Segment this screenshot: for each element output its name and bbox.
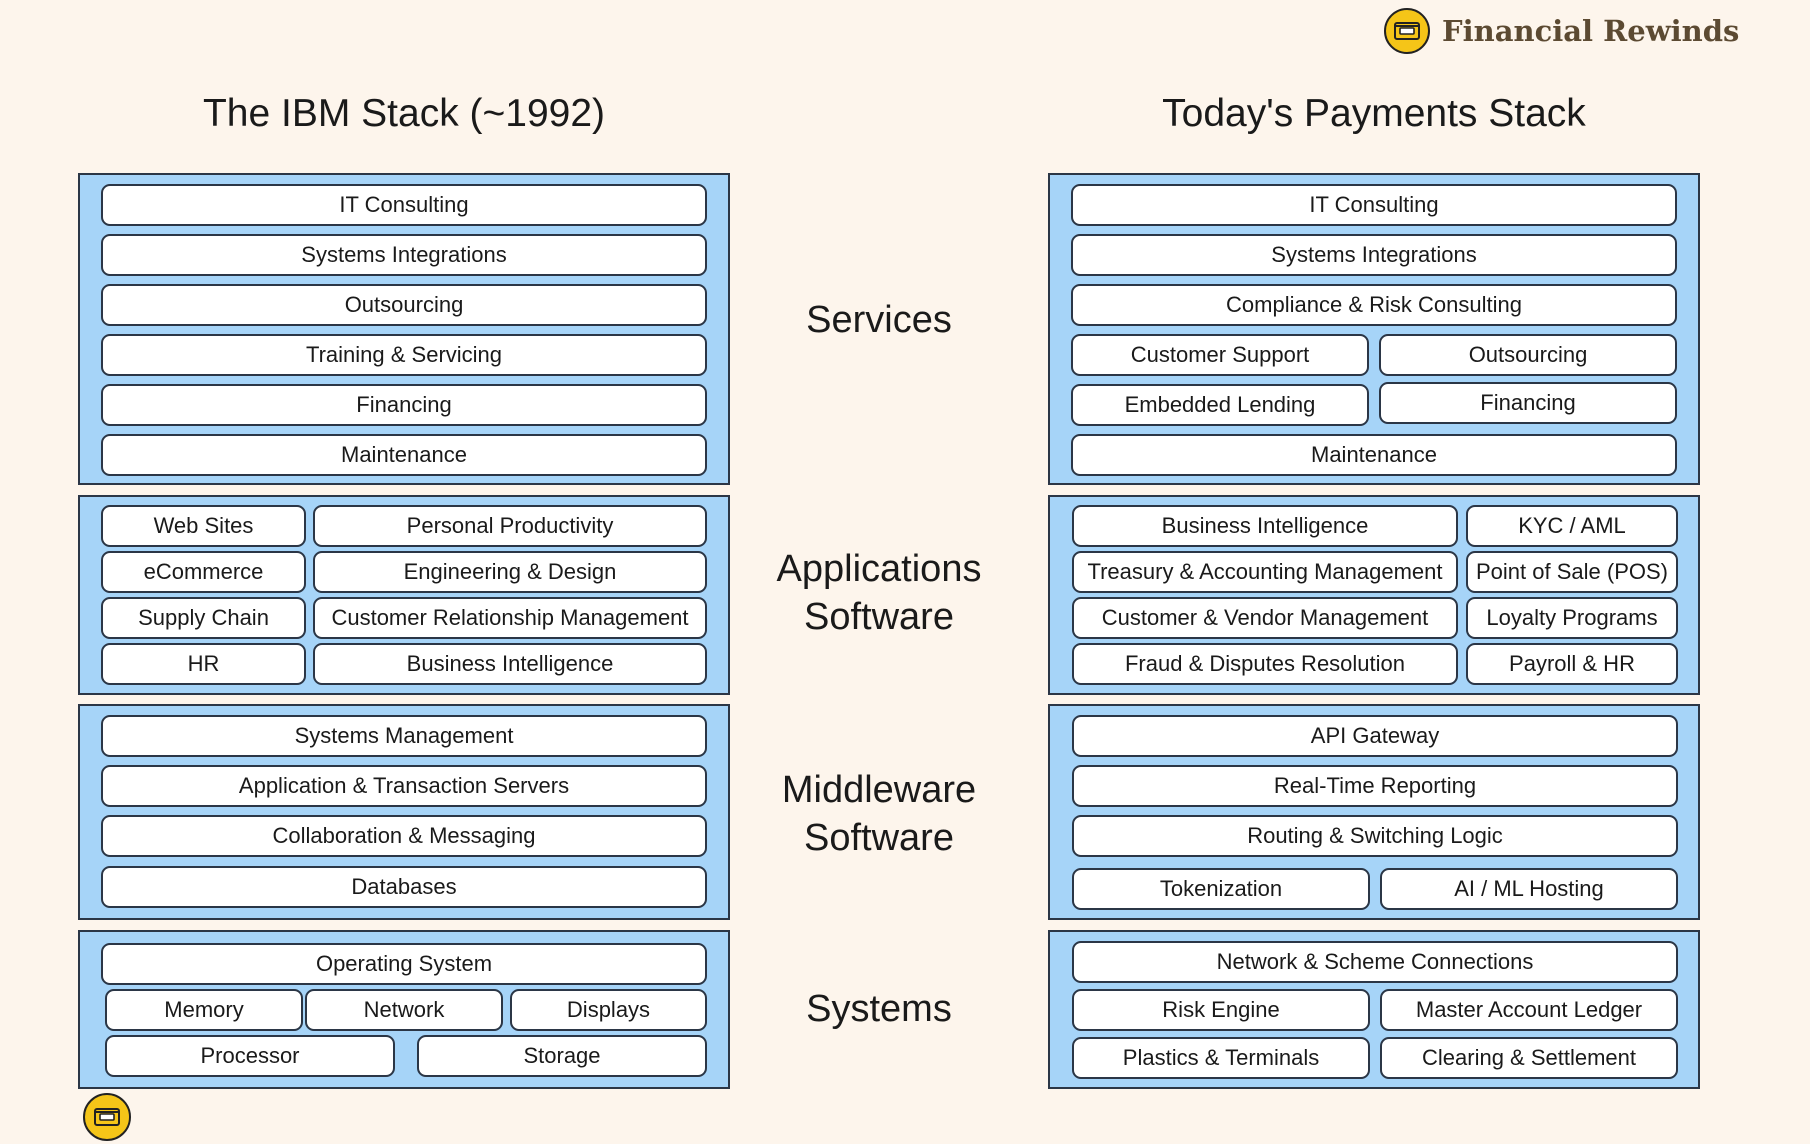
payments-services-item: Compliance & Risk Consulting: [1071, 284, 1677, 326]
payments-middleware-item: Tokenization: [1072, 868, 1370, 910]
ibm-applications-panel: Web Sites Personal Productivity eCommerc…: [78, 495, 730, 695]
payments-applications-panel: Business Intelligence KYC / AML Treasury…: [1048, 495, 1700, 695]
payments-applications-item: Loyalty Programs: [1466, 597, 1678, 639]
ibm-applications-item: Engineering & Design: [313, 551, 707, 593]
ibm-systems-item: Processor: [105, 1035, 395, 1077]
ibm-services-item: Training & Servicing: [101, 334, 707, 376]
payments-applications-item: Customer & Vendor Management: [1072, 597, 1458, 639]
ibm-middleware-item: Systems Management: [101, 715, 707, 757]
ibm-services-item: IT Consulting: [101, 184, 707, 226]
ibm-middleware-item: Databases: [101, 866, 707, 908]
payments-services-item: Embedded Lending: [1071, 384, 1369, 426]
layer-label-applications: Applications Software: [760, 545, 998, 641]
payments-systems-item: Master Account Ledger: [1380, 989, 1678, 1031]
ibm-applications-item: Supply Chain: [101, 597, 306, 639]
ibm-services-item: Systems Integrations: [101, 234, 707, 276]
ibm-applications-item: Personal Productivity: [313, 505, 707, 547]
payments-middleware-item: API Gateway: [1072, 715, 1678, 757]
ibm-applications-item: eCommerce: [101, 551, 306, 593]
payments-services-item: Customer Support: [1071, 334, 1369, 376]
payments-applications-item: Payroll & HR: [1466, 643, 1678, 685]
brand-name: Financial Rewinds: [1442, 14, 1740, 48]
payments-systems-item: Plastics & Terminals: [1072, 1037, 1370, 1079]
ibm-services-item: Maintenance: [101, 434, 707, 476]
layer-label-systems: Systems: [760, 985, 998, 1033]
payments-applications-item: Business Intelligence: [1072, 505, 1458, 547]
layer-label-middleware: Middleware Software: [760, 766, 998, 862]
payments-stack-title: Today's Payments Stack: [1162, 92, 1586, 135]
payments-middleware-item: Real-Time Reporting: [1072, 765, 1678, 807]
payments-services-item: IT Consulting: [1071, 184, 1677, 226]
ibm-systems-item: Memory: [105, 989, 303, 1031]
payments-applications-item: Fraud & Disputes Resolution: [1072, 643, 1458, 685]
ibm-systems-item: Storage: [417, 1035, 707, 1077]
ibm-services-item: Outsourcing: [101, 284, 707, 326]
layer-label-line: Applications: [776, 548, 982, 590]
payments-services-item: Maintenance: [1071, 434, 1677, 476]
layer-label-line: Software: [804, 596, 954, 638]
payments-services-item: Systems Integrations: [1071, 234, 1677, 276]
payments-systems-panel: Network & Scheme Connections Risk Engine…: [1048, 930, 1700, 1089]
ibm-middleware-item: Application & Transaction Servers: [101, 765, 707, 807]
payments-systems-item: Risk Engine: [1072, 989, 1370, 1031]
payments-middleware-item: AI / ML Hosting: [1380, 868, 1678, 910]
ibm-services-panel: IT Consulting Systems Integrations Outso…: [78, 173, 730, 485]
wallet-icon: [1384, 8, 1430, 54]
payments-services-panel: IT Consulting Systems Integrations Compl…: [1048, 173, 1700, 485]
ibm-systems-panel: Operating System Memory Network Displays…: [78, 930, 730, 1089]
ibm-applications-item: Web Sites: [101, 505, 306, 547]
layer-label-line: Software: [804, 817, 954, 859]
brand-header: Financial Rewinds: [1384, 6, 1739, 56]
payments-systems-item: Network & Scheme Connections: [1072, 941, 1678, 983]
layer-label-line: Systems: [806, 988, 952, 1030]
ibm-applications-item: HR: [101, 643, 306, 685]
payments-services-item: Outsourcing: [1379, 334, 1677, 376]
ibm-systems-item: Operating System: [101, 943, 707, 985]
ibm-systems-item: Displays: [510, 989, 707, 1031]
wallet-icon: [83, 1093, 131, 1141]
layer-label-services: Services: [760, 296, 998, 344]
payments-applications-item: KYC / AML: [1466, 505, 1678, 547]
payments-applications-item: Point of Sale (POS): [1466, 551, 1678, 593]
ibm-applications-item: Customer Relationship Management: [313, 597, 707, 639]
ibm-services-item: Financing: [101, 384, 707, 426]
payments-middleware-item: Routing & Switching Logic: [1072, 815, 1678, 857]
payments-systems-item: Clearing & Settlement: [1380, 1037, 1678, 1079]
payments-services-item: Financing: [1379, 382, 1677, 424]
ibm-applications-item: Business Intelligence: [313, 643, 707, 685]
ibm-middleware-panel: Systems Management Application & Transac…: [78, 704, 730, 920]
payments-applications-item: Treasury & Accounting Management: [1072, 551, 1458, 593]
layer-label-line: Middleware: [781, 769, 977, 811]
ibm-middleware-item: Collaboration & Messaging: [101, 815, 707, 857]
ibm-stack-title: The IBM Stack (~1992): [202, 92, 606, 135]
layer-label-line: Services: [806, 299, 952, 341]
payments-middleware-panel: API Gateway Real-Time Reporting Routing …: [1048, 704, 1700, 920]
ibm-systems-item: Network: [305, 989, 503, 1031]
